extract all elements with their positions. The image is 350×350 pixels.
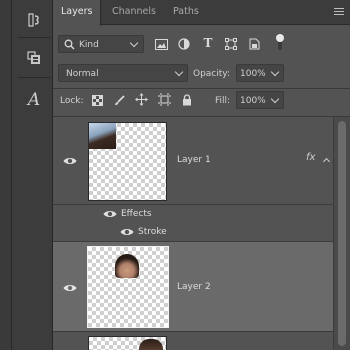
chevron-up-icon[interactable] bbox=[322, 157, 331, 166]
visibility-eye-icon[interactable] bbox=[63, 283, 77, 293]
layer-row[interactable]: Layer 2 bbox=[53, 242, 333, 332]
pixel-filter-icon[interactable] bbox=[154, 37, 168, 51]
shape-filter-icon[interactable] bbox=[224, 37, 238, 51]
panel-tab-bar: Layers Channels Paths bbox=[53, 0, 350, 26]
lock-artboard-icon[interactable] bbox=[158, 93, 171, 106]
layer-name[interactable]: Layer 2 bbox=[177, 281, 211, 293]
chevron-down-icon bbox=[270, 94, 280, 104]
character-panel-icon[interactable]: A bbox=[22, 89, 46, 111]
panel-menu-icon[interactable] bbox=[334, 8, 344, 16]
lock-image-pixels-icon[interactable] bbox=[113, 94, 125, 106]
effects-fx-icon[interactable]: fx bbox=[306, 152, 315, 163]
tool-separator bbox=[18, 37, 50, 38]
lock-transparent-pixels-icon[interactable] bbox=[91, 94, 103, 106]
layer-thumbnail bbox=[87, 246, 169, 328]
tab-paths[interactable]: Paths bbox=[166, 0, 206, 25]
type-filter-icon[interactable]: T bbox=[201, 36, 215, 50]
opacity-field[interactable]: 100% bbox=[236, 64, 284, 82]
layer-thumbnail bbox=[88, 122, 167, 201]
chevron-down-icon bbox=[270, 67, 280, 77]
chevron-down-icon bbox=[129, 38, 139, 48]
search-icon bbox=[64, 39, 75, 50]
layer-name[interactable]: Layer 1 bbox=[177, 154, 211, 166]
layer-row[interactable]: Layer 1 fx bbox=[53, 117, 333, 205]
scrollbar-thumb[interactable] bbox=[338, 121, 346, 346]
lock-all-icon[interactable] bbox=[181, 93, 192, 106]
filter-row: Kind T bbox=[53, 25, 350, 63]
layer-image-content bbox=[115, 254, 139, 278]
layers-list: Layer 1 fx Effects Stroke Layer 2 bbox=[53, 117, 333, 350]
blend-row: Normal Opacity: 100% bbox=[53, 63, 350, 84]
stroke-label: Stroke bbox=[138, 227, 167, 237]
opacity-value: 100% bbox=[240, 69, 266, 79]
tool-separator bbox=[18, 77, 50, 78]
left-edge-strip bbox=[0, 0, 12, 350]
tab-layers[interactable]: Layers bbox=[53, 0, 102, 26]
lock-label: Lock: bbox=[60, 96, 84, 106]
effects-row[interactable]: Effects bbox=[53, 205, 333, 223]
chevron-down-icon bbox=[174, 67, 184, 77]
filter-kind-label: Kind bbox=[79, 40, 99, 50]
layer-image-content bbox=[89, 123, 116, 149]
lock-position-icon[interactable] bbox=[135, 93, 148, 106]
opacity-label: Opacity: bbox=[193, 69, 230, 79]
stroke-effect-row[interactable]: Stroke bbox=[53, 223, 333, 242]
visibility-eye-icon[interactable] bbox=[120, 227, 134, 237]
layer-thumbnail bbox=[88, 336, 167, 350]
layer-row[interactable] bbox=[53, 332, 333, 350]
layer-image-content bbox=[139, 339, 163, 350]
fill-label: Fill: bbox=[215, 96, 231, 106]
filter-kind-dropdown[interactable]: Kind bbox=[58, 35, 144, 53]
fill-value: 100% bbox=[240, 96, 266, 106]
visibility-eye-icon[interactable] bbox=[63, 156, 77, 166]
blend-mode-value: Normal bbox=[66, 69, 99, 79]
lock-row: Lock: Fill: 100% bbox=[53, 89, 350, 113]
tab-channels[interactable]: Channels bbox=[105, 0, 163, 25]
adjustment-filter-icon[interactable] bbox=[177, 37, 191, 51]
smart-object-filter-icon[interactable] bbox=[247, 37, 261, 51]
libraries-panel-icon[interactable] bbox=[22, 47, 46, 69]
visibility-eye-icon[interactable] bbox=[103, 209, 117, 219]
fill-field[interactable]: 100% bbox=[236, 91, 284, 109]
effects-label: Effects bbox=[121, 209, 152, 219]
layers-scrollbar[interactable] bbox=[333, 117, 350, 350]
adjust-panel-icon[interactable] bbox=[22, 9, 46, 31]
filter-toggle-switch[interactable] bbox=[276, 34, 284, 50]
panel-icon-strip: A bbox=[12, 0, 53, 350]
blend-mode-dropdown[interactable]: Normal bbox=[58, 64, 188, 82]
layers-panel: Layers Channels Paths Kind T Normal Opac… bbox=[53, 0, 350, 350]
